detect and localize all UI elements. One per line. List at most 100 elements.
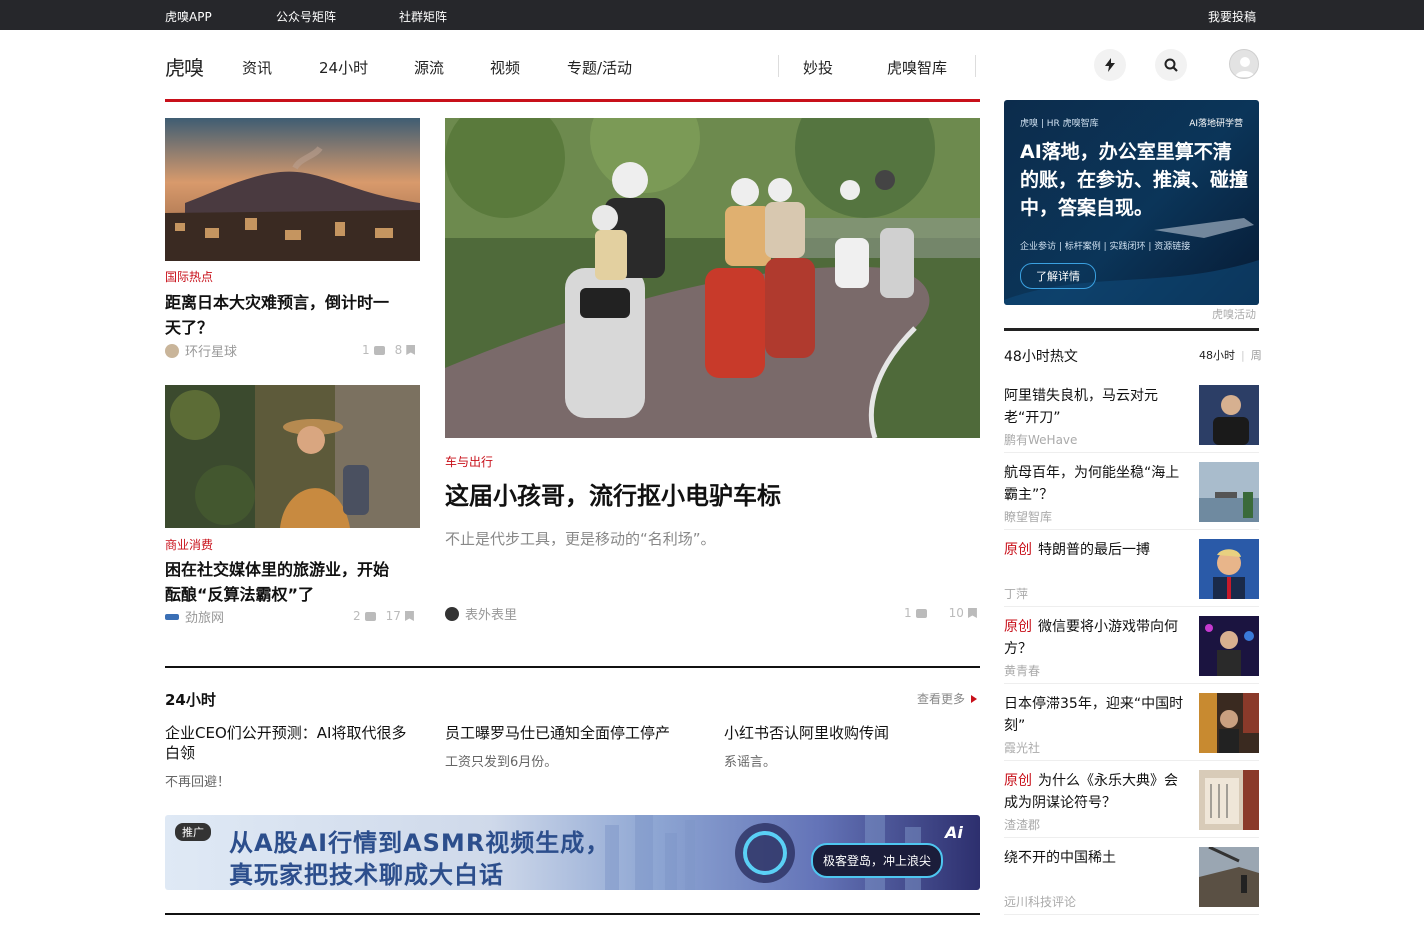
bookmark-icon <box>406 345 416 355</box>
hot-tabs: 48小时 | 周 <box>1199 349 1262 362</box>
section-divider <box>165 666 980 668</box>
user-icon <box>1235 57 1255 77</box>
original-badge: 原创 <box>1004 773 1032 789</box>
card-title[interactable]: 距离日本大灾难预言，倒计时一 天了？ <box>165 290 420 340</box>
hot-divider <box>1004 606 1259 607</box>
hot-item[interactable]: 航母百年，为何能坐稳“海上霸主”？ 瞭望智库 <box>1004 462 1259 539</box>
user-avatar[interactable] <box>1229 49 1259 79</box>
hot-item-thumbnail[interactable] <box>1199 462 1259 522</box>
right-ad-banner[interactable]: 虎嗅 | HR 虎嗅智库 AI落地研学营 AI落地，办公室里算不清的账，在参访、… <box>1004 100 1259 305</box>
hot-item-thumbnail[interactable] <box>1199 847 1259 907</box>
hot-divider <box>1004 914 1259 915</box>
news-24h-item[interactable]: 企业CEO们公开预测：AI将取代很多 白领 <box>165 723 425 763</box>
comment-icon <box>364 612 376 621</box>
author-avatar <box>165 344 179 358</box>
hot-divider <box>1004 837 1259 838</box>
view-more-link[interactable]: 查看更多 <box>917 690 978 707</box>
nav-item-news[interactable]: 资讯 <box>242 57 272 78</box>
author-avatar <box>165 614 179 620</box>
bookmark-icon <box>404 611 414 621</box>
card-title[interactable]: 困在社交媒体里的旅游业，开始 酝酿“反算法霸权”了 <box>165 557 420 607</box>
tab-week[interactable]: 周 <box>1251 349 1262 362</box>
ad-subline: 企业参访 | 标杆案例 | 实践闭环 | 资源链接 <box>1020 242 1191 252</box>
hot-item[interactable]: 日本停滞35年，迎来“中国时刻” 霞光社 <box>1004 693 1259 770</box>
site-logo[interactable]: 虎嗅 <box>165 52 204 81</box>
main-card-stats: 1 10 <box>904 606 977 620</box>
card-image-japan[interactable] <box>165 118 420 261</box>
promo-ad-tag: 推广 <box>175 823 211 841</box>
promo-headline-1: 从A股AI行情到ASMR视频生成， <box>229 829 611 857</box>
card-author[interactable]: 环行星球 <box>165 341 237 360</box>
bookmark-icon <box>967 608 977 618</box>
nav-item-miaotou[interactable]: 妙投 <box>803 57 833 78</box>
comment-icon <box>915 609 927 618</box>
hot-item-thumbnail[interactable] <box>1199 385 1259 445</box>
topbar-link-wechat-matrix[interactable]: 公众号矩阵 <box>276 8 336 25</box>
nav-separator <box>778 55 779 77</box>
author-avatar <box>445 607 459 621</box>
hot-item[interactable]: 绕不开的中国稀土 远川科技评论 <box>1004 847 1259 924</box>
hot-item[interactable]: 原创 特朗普的最后一搏 丁萍 <box>1004 539 1259 616</box>
news-24h-sub: 系谣言。 <box>724 755 777 770</box>
card-tag[interactable]: 商业消费 <box>165 536 213 553</box>
nav-item-video[interactable]: 视频 <box>490 57 520 78</box>
hot-item[interactable]: 原创 为什么《永乐大典》会成为阴谋论符号？ 渣渣郡 <box>1004 770 1259 847</box>
nav-separator <box>975 55 976 77</box>
hot-item-thumbnail[interactable] <box>1199 770 1259 830</box>
original-badge: 原创 <box>1004 619 1032 635</box>
hot-item-thumbnail[interactable] <box>1199 616 1259 676</box>
ad-brand: 虎嗅 | HR 虎嗅智库 <box>1020 119 1099 129</box>
main-card-author[interactable]: 表外表里 <box>445 604 517 623</box>
original-badge: 原创 <box>1004 542 1032 558</box>
hot-section-title: 48小时热文 <box>1004 349 1078 365</box>
section-title-24h[interactable]: 24小时 <box>165 689 216 710</box>
ad-caption: 虎嗅活动 <box>1212 308 1256 321</box>
promo-cta-pill[interactable]: 极客登岛，冲上浪尖 <box>811 843 944 878</box>
ad-headline: AI落地，办公室里算不清的账，在参访、推演、碰撞中，答案自现。 <box>1020 141 1249 219</box>
nav-item-topics[interactable]: 专题/活动 <box>567 57 632 78</box>
hot-divider <box>1004 683 1259 684</box>
comment-icon <box>373 346 385 355</box>
nav-item-think-tank[interactable]: 虎嗅智库 <box>887 57 947 78</box>
hot-divider <box>1004 529 1259 530</box>
nav-accent-line <box>165 99 980 102</box>
hot-divider <box>1004 760 1259 761</box>
promo-headline-2: 真玩家把技术聊成大白话 <box>229 861 504 889</box>
hot-item-thumbnail[interactable] <box>1199 693 1259 753</box>
ad-learn-more-button[interactable]: 了解详情 <box>1020 263 1096 289</box>
arrow-right-icon <box>971 695 978 703</box>
promo-ai-mark: Ai <box>945 823 963 842</box>
main-card-tag[interactable]: 车与出行 <box>445 453 493 470</box>
news-24h-item[interactable]: 员工曝罗马仕已通知全面停工停产 <box>445 723 705 743</box>
tab-48h[interactable]: 48小时 <box>1199 349 1235 362</box>
news-24h-sub: 不再回避！ <box>165 775 231 790</box>
hot-section-line <box>1004 328 1259 331</box>
topbar-link-submit[interactable]: 我要投稿 <box>1208 8 1256 25</box>
card-tag[interactable]: 国际热点 <box>165 268 213 285</box>
search-icon <box>1164 58 1178 72</box>
topbar-link-app[interactable]: 虎嗅APP <box>165 8 212 25</box>
news-24h-sub: 工资只发到6月份。 <box>445 755 558 770</box>
topbar-link-community-matrix[interactable]: 社群矩阵 <box>399 8 447 25</box>
card-stats: 18 <box>362 343 416 357</box>
card-author[interactable]: 劲旅网 <box>165 607 224 626</box>
search-button[interactable] <box>1155 49 1187 81</box>
hot-item[interactable]: 阿里错失良机，马云对元老“开刀” 鹏有WeHave <box>1004 385 1259 462</box>
main-image-scooters[interactable] <box>445 118 980 438</box>
hot-item-thumbnail[interactable] <box>1199 539 1259 599</box>
hot-divider <box>1004 452 1259 453</box>
main-card-title[interactable]: 这届小孩哥，流行抠小电驴车标 <box>445 476 781 511</box>
card-image-traveler[interactable] <box>165 385 420 528</box>
section-divider <box>165 913 980 915</box>
nav-item-24h[interactable]: 24小时 <box>319 57 368 78</box>
nav-item-source[interactable]: 源流 <box>414 57 444 78</box>
lightning-icon <box>1105 58 1115 72</box>
promo-banner[interactable]: 推广 从A股AI行情到ASMR视频生成， 真玩家把技术聊成大白话 极客登岛，冲上… <box>165 815 980 890</box>
news-24h-item[interactable]: 小红书否认阿里收购传闻 <box>724 723 980 743</box>
flash-button[interactable] <box>1094 49 1126 81</box>
card-stats: 2 17 <box>353 609 414 623</box>
ad-program-name: AI落地研学营 <box>1189 119 1243 129</box>
main-card-summary: 不止是代步工具，更是移动的“名利场”。 <box>445 530 716 548</box>
hot-item[interactable]: 原创 微信要将小游戏带向何方？ 黄青春 <box>1004 616 1259 693</box>
main-nav: 虎嗅 资讯 24小时 源流 视频 专题/活动 妙投 虎嗅智库 <box>0 30 1424 100</box>
